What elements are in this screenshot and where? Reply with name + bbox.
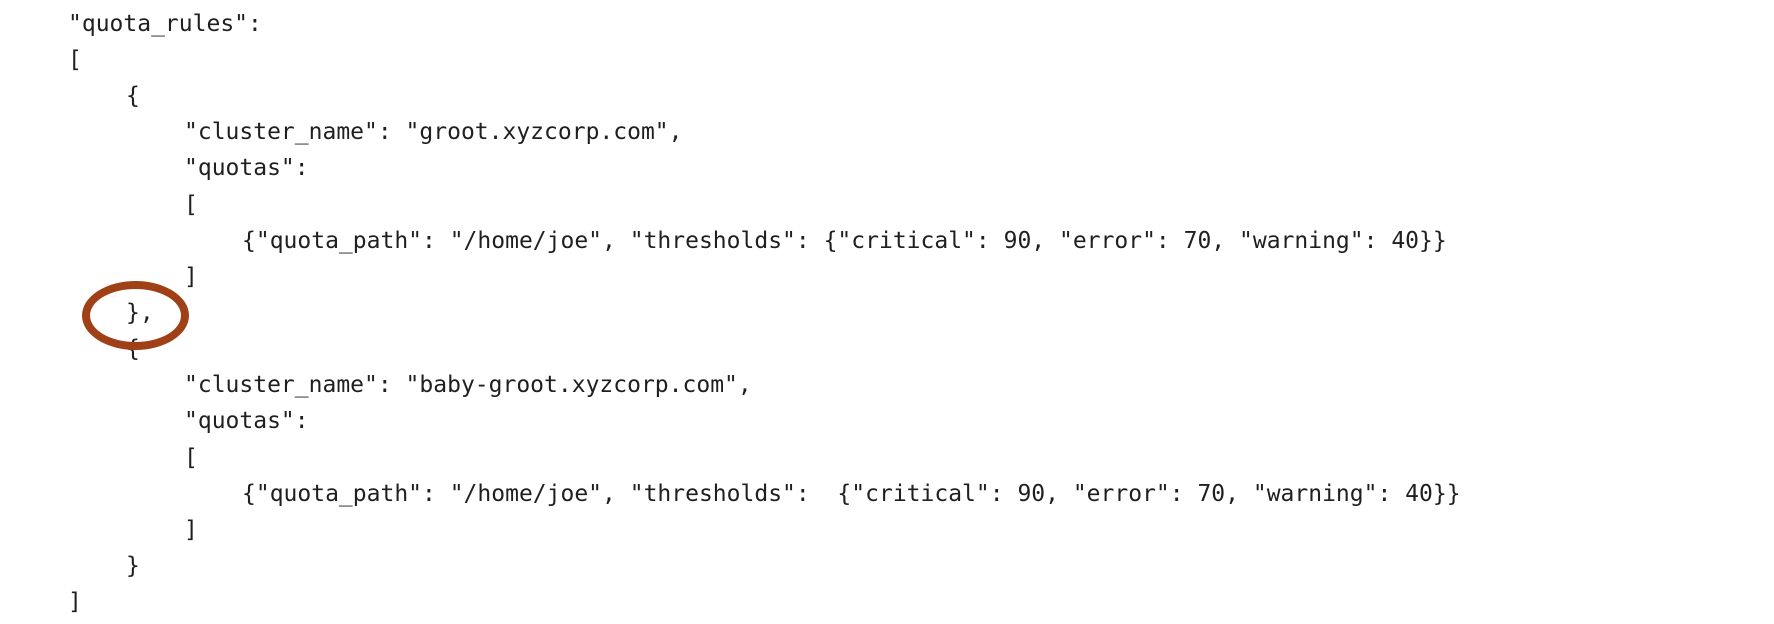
code-line-cluster-name-1: "cluster_name": "groot.xyzcorp.com", bbox=[184, 119, 683, 145]
code-line-quota-entry-1: {"quota_path": "/home/joe", "thresholds"… bbox=[242, 228, 1447, 254]
code-line-open-object-2: { bbox=[126, 336, 140, 362]
code-line-open-object-1: { bbox=[126, 83, 140, 109]
code-line-close-array: ] bbox=[68, 589, 82, 615]
code-line-close-object-1: }, bbox=[126, 300, 154, 326]
code-line-close-quotas-array-1: ] bbox=[184, 264, 198, 290]
code-line-open-quotas-array-2: [ bbox=[184, 445, 198, 471]
code-block: "quota_rules": [ { "cluster_name": "groo… bbox=[0, 0, 1774, 624]
code-line-quota-entry-2: {"quota_path": "/home/joe", "thresholds"… bbox=[242, 481, 1461, 507]
code-line-quotas-key-1: "quotas": bbox=[184, 155, 309, 181]
code-line-quota-rules-key: "quota_rules": bbox=[68, 11, 262, 37]
code-line-close-object-2: } bbox=[126, 553, 140, 579]
code-line-quotas-key-2: "quotas": bbox=[184, 408, 309, 434]
code-line-open-array: [ bbox=[68, 47, 82, 73]
code-line-close-quotas-array-2: ] bbox=[184, 517, 198, 543]
code-line-cluster-name-2: "cluster_name": "baby-groot.xyzcorp.com"… bbox=[184, 372, 752, 398]
code-line-open-quotas-array-1: [ bbox=[184, 192, 198, 218]
